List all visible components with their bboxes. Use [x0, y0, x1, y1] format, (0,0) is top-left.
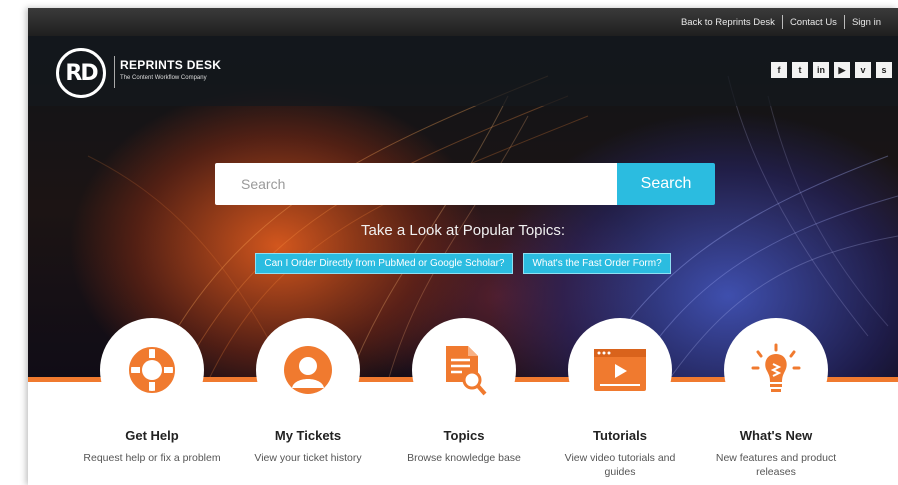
linkedin-icon[interactable]: in	[813, 62, 829, 78]
popular-topics-heading: Take a Look at Popular Topics:	[360, 222, 566, 239]
card-description: Request help or fix a problem	[83, 452, 221, 464]
popular-topics-list: Can I Order Directly from PubMed or Goog…	[28, 253, 898, 274]
topics-circle[interactable]	[412, 318, 516, 422]
browser-page: Back to Reprints Desk Contact Us Sign in	[28, 8, 898, 485]
brand-name[interactable]: REPRINTS DESK	[120, 58, 221, 72]
twitter-icon[interactable]: t	[792, 62, 808, 78]
card-title: Topics	[443, 428, 485, 443]
card-title: Tutorials	[593, 428, 647, 443]
lifebuoy-icon	[129, 347, 175, 393]
top-links: Back to Reprints Desk Contact Us Sign in	[674, 8, 888, 36]
lightbulb-icon	[751, 343, 801, 392]
card-description: Browse knowledge base	[407, 452, 521, 464]
vimeo-icon[interactable]: v	[855, 62, 871, 78]
brand-tagline: The Content Workflow Company	[120, 75, 207, 81]
card-title: My Tickets	[274, 428, 342, 443]
contact-us-link[interactable]: Contact Us	[783, 17, 844, 28]
search-button[interactable]: Search	[617, 163, 715, 205]
back-to-reprints-desk-link[interactable]: Back to Reprints Desk	[674, 17, 782, 28]
search-input[interactable]	[215, 163, 617, 205]
topic-fast-order-form[interactable]: What's the Fast Order Form?	[523, 253, 671, 274]
document-search-icon	[446, 346, 487, 396]
feature-cards: Get Help Request help or fix a problem M…	[28, 318, 898, 485]
top-bar: Back to Reprints Desk Contact Us Sign in	[28, 8, 898, 36]
card-title: What's New	[739, 428, 813, 443]
video-player-icon	[594, 349, 646, 391]
site-header: RD REPRINTS DESK The Content Workflow Co…	[28, 36, 898, 106]
social-links: f t in ▶ v s	[771, 62, 892, 78]
card-title: Get Help	[125, 428, 179, 443]
card-description: View video tutorials and guides	[564, 452, 676, 478]
card-description: New features and product releases	[715, 452, 837, 478]
card-description: View your ticket history	[254, 452, 362, 464]
topic-pubmed-google-scholar[interactable]: Can I Order Directly from PubMed or Goog…	[255, 253, 514, 274]
youtube-icon[interactable]: ▶	[834, 62, 850, 78]
my-tickets-circle[interactable]	[256, 318, 360, 422]
logo-divider	[114, 56, 115, 88]
sign-in-link[interactable]: Sign in	[845, 17, 888, 28]
slideshare-icon[interactable]: s	[876, 62, 892, 78]
tutorials-circle[interactable]	[568, 318, 672, 422]
whats-new-circle[interactable]	[724, 318, 828, 422]
search-bar: Search	[215, 163, 715, 205]
facebook-icon[interactable]: f	[771, 62, 787, 78]
user-icon	[284, 346, 332, 394]
get-help-circle[interactable]	[100, 318, 204, 422]
logo-icon[interactable]: RD	[56, 48, 106, 98]
